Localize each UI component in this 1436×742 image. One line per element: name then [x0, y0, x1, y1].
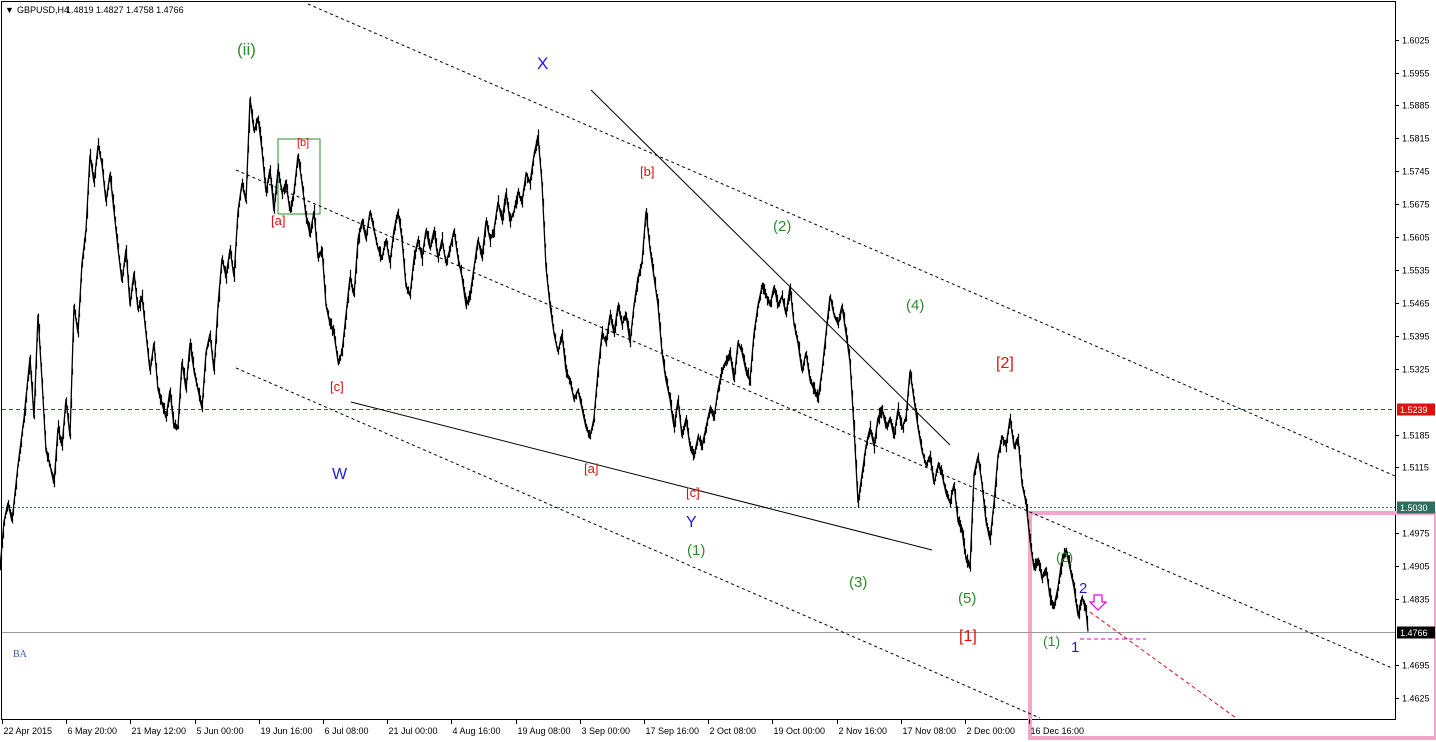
wave-label-6[interactable]: [a] [271, 213, 285, 228]
y-tick-label-17: 1.4625 [1402, 694, 1430, 704]
x-tick-label-6: 21 Jul 00:00 [389, 726, 438, 736]
wave-label-19[interactable]: 2 [1079, 580, 1087, 597]
y-tick-label-2: 1.5885 [1402, 101, 1430, 111]
y-tick-label-14: 1.4905 [1402, 562, 1430, 572]
wave-label-1[interactable]: X [537, 54, 548, 73]
wave-label-0[interactable]: (ii) [237, 40, 256, 59]
y-tick-label-12: 1.5115 [1402, 463, 1429, 473]
wave-label-15[interactable]: (3) [849, 574, 867, 591]
y-tick-label-13: 1.4975 [1402, 529, 1430, 539]
x-tick-label-12: 19 Oct 00:00 [774, 726, 826, 736]
y-tick-label-3: 1.5815 [1402, 134, 1430, 144]
y-tick-label-0: 1.6025 [1402, 36, 1430, 46]
wave-label-9[interactable]: [c] [686, 485, 700, 500]
y-tick-label-15: 1.4835 [1402, 595, 1430, 605]
wave-label-12[interactable]: (2) [773, 218, 791, 235]
wave-label-10[interactable]: [2] [996, 355, 1014, 372]
x-tick-label-10: 17 Sep 16:00 [646, 726, 700, 736]
wave-label-13[interactable]: (4) [906, 297, 924, 314]
x-tick-label-5: 6 Jul 08:00 [325, 726, 369, 736]
x-tick-label-9: 3 Sep 00:00 [582, 726, 631, 736]
wave-label-2[interactable]: W [332, 466, 348, 483]
y-tick-label-11: 1.5185 [1402, 431, 1430, 441]
x-tick-label-0: 22 Apr 2015 [4, 726, 53, 736]
ohlc-values: 1.4819 1.4827 1.4758 1.4766 [66, 5, 184, 15]
wave-label-17[interactable]: (2) [1056, 549, 1073, 565]
y-tick-label-16: 1.4695 [1402, 661, 1430, 671]
y-tick-label-5: 1.5675 [1402, 200, 1430, 210]
x-tick-label-8: 19 Aug 08:00 [518, 726, 571, 736]
x-tick-label-4: 19 Jun 16:00 [261, 726, 313, 736]
x-tick-label-2: 21 May 12:00 [132, 726, 187, 736]
y-tick-label-6: 1.5605 [1402, 233, 1430, 243]
y-tick-label-8: 1.5465 [1402, 299, 1430, 309]
wave-label-8[interactable]: [a] [584, 461, 598, 476]
y-tick-label-4: 1.5745 [1402, 167, 1430, 177]
wave-label-5[interactable]: [b] [297, 137, 309, 149]
chart-background [0, 0, 1436, 742]
symbol-label: GBPUSD,H4 [17, 5, 69, 15]
wave-label-18[interactable]: (1) [1043, 633, 1060, 649]
x-tick-label-13: 2 Nov 16:00 [839, 726, 888, 736]
wave-label-20[interactable]: 1 [1071, 639, 1079, 656]
x-tick-label-3: 5 Jun 00:00 [197, 726, 244, 736]
y-tick-label-10: 1.5325 [1402, 365, 1430, 375]
price-tag-label-0: 1.5239 [1400, 405, 1428, 415]
x-tick-label-1: 6 May 20:00 [68, 726, 118, 736]
x-tick-label-14: 17 Nov 08:00 [903, 726, 957, 736]
watermark-label: BA [13, 649, 28, 660]
x-tick-label-15: 2 Dec 00:00 [967, 726, 1016, 736]
header-arrow-icon[interactable]: ▼ [5, 5, 14, 15]
wave-label-16[interactable]: (5) [958, 590, 976, 607]
wave-label-4[interactable]: [b] [640, 164, 654, 179]
wave-label-3[interactable]: Y [686, 514, 697, 531]
x-tick-label-11: 2 Oct 08:00 [710, 726, 757, 736]
y-tick-label-9: 1.5395 [1402, 332, 1430, 342]
y-tick-label-1: 1.5955 [1402, 69, 1430, 79]
x-tick-label-7: 4 Aug 16:00 [453, 726, 501, 736]
wave-label-11[interactable]: [1] [959, 628, 977, 645]
price-tag-label-1: 1.5030 [1400, 503, 1428, 513]
x-tick-label-16: 16 Dec 16:00 [1031, 726, 1085, 736]
chart-container: ▼ GBPUSD,H4 1.4819 1.4827 1.4758 1.4766 … [0, 0, 1436, 742]
price-chart[interactable]: ▼ GBPUSD,H4 1.4819 1.4827 1.4758 1.4766 … [0, 0, 1436, 742]
y-tick-label-7: 1.5535 [1402, 266, 1430, 276]
wave-label-14[interactable]: (1) [687, 542, 705, 559]
wave-label-7[interactable]: [c] [330, 379, 344, 394]
price-tag-label-2: 1.4766 [1400, 628, 1428, 638]
